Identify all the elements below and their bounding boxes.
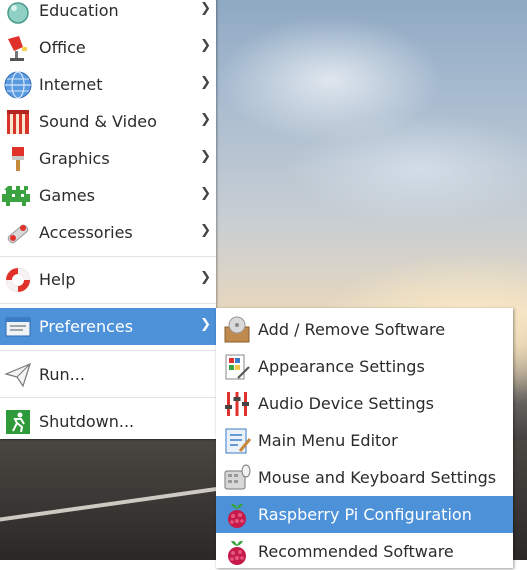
preferences-icon bbox=[1, 310, 35, 344]
audio-mixer-icon bbox=[219, 387, 255, 421]
appearance-icon bbox=[219, 350, 255, 384]
menu-item-label: Education bbox=[39, 1, 119, 20]
submenu-item-main-menu-editor[interactable]: Main Menu Editor bbox=[216, 422, 513, 459]
menu-item-run[interactable]: Run... bbox=[0, 356, 216, 393]
submenu-item-add-remove-software[interactable]: Add / Remove Software bbox=[216, 311, 513, 348]
games-icon bbox=[1, 179, 35, 213]
menu-item-office[interactable]: Office ❯ bbox=[0, 29, 216, 66]
menu-item-label: Sound & Video bbox=[39, 112, 157, 131]
submenu-item-raspberry-pi-configuration[interactable]: Raspberry Pi Configuration bbox=[216, 496, 513, 533]
chevron-right-icon: ❯ bbox=[200, 223, 211, 238]
menu-item-games[interactable]: Games ❯ bbox=[0, 177, 216, 214]
chevron-right-icon: ❯ bbox=[200, 75, 211, 90]
submenu-item-label: Recommended Software bbox=[258, 542, 454, 561]
chevron-right-icon: ❯ bbox=[200, 112, 211, 127]
menu-separator bbox=[0, 256, 216, 257]
submenu-item-recommended-software[interactable]: Recommended Software bbox=[216, 533, 513, 570]
main-menu: Education ❯ Office ❯ Internet ❯ Sound & … bbox=[0, 0, 216, 439]
exit-icon bbox=[1, 405, 35, 439]
chevron-right-icon: ❯ bbox=[200, 38, 211, 53]
menu-item-label: Preferences bbox=[39, 317, 134, 336]
menu-separator bbox=[0, 397, 216, 398]
office-icon bbox=[1, 31, 35, 65]
menu-item-label: Shutdown... bbox=[39, 412, 135, 431]
menu-item-graphics[interactable]: Graphics ❯ bbox=[0, 140, 216, 177]
package-icon bbox=[219, 313, 255, 347]
sound-video-icon bbox=[1, 105, 35, 139]
menu-item-label: Internet bbox=[39, 75, 103, 94]
menu-editor-icon bbox=[219, 424, 255, 458]
menu-item-label: Help bbox=[39, 270, 76, 289]
submenu-item-label: Mouse and Keyboard Settings bbox=[258, 468, 497, 487]
submenu-item-appearance-settings[interactable]: Appearance Settings bbox=[216, 348, 513, 385]
menu-item-label: Games bbox=[39, 186, 95, 205]
menu-item-internet[interactable]: Internet ❯ bbox=[0, 66, 216, 103]
menu-item-sound-video[interactable]: Sound & Video ❯ bbox=[0, 103, 216, 140]
chevron-right-icon: ❯ bbox=[200, 149, 211, 164]
paper-plane-icon bbox=[1, 358, 35, 392]
menu-item-accessories[interactable]: Accessories ❯ bbox=[0, 214, 216, 251]
accessories-icon bbox=[1, 216, 35, 250]
submenu-item-audio-device-settings[interactable]: Audio Device Settings bbox=[216, 385, 513, 422]
submenu-item-label: Appearance Settings bbox=[258, 357, 425, 376]
submenu-item-label: Main Menu Editor bbox=[258, 431, 398, 450]
menu-item-label: Accessories bbox=[39, 223, 133, 242]
paintbrush-icon bbox=[1, 142, 35, 176]
submenu-item-label: Audio Device Settings bbox=[258, 394, 434, 413]
education-icon bbox=[1, 0, 35, 28]
keyboard-mouse-icon bbox=[219, 461, 255, 495]
menu-item-label: Graphics bbox=[39, 149, 110, 168]
menu-item-label: Run... bbox=[39, 365, 85, 384]
menu-separator bbox=[0, 350, 216, 351]
lifebuoy-icon bbox=[1, 263, 35, 297]
menu-item-preferences[interactable]: Preferences ❯ bbox=[0, 308, 216, 345]
raspberry-icon bbox=[219, 498, 255, 532]
submenu-item-mouse-keyboard-settings[interactable]: Mouse and Keyboard Settings bbox=[216, 459, 513, 496]
chevron-right-icon: ❯ bbox=[200, 186, 211, 201]
menu-item-shutdown[interactable]: Shutdown... bbox=[0, 403, 216, 440]
menu-item-education[interactable]: Education ❯ bbox=[0, 0, 216, 29]
submenu-item-label: Add / Remove Software bbox=[258, 320, 446, 339]
raspberry-icon bbox=[219, 535, 255, 569]
menu-item-help[interactable]: Help ❯ bbox=[0, 261, 216, 298]
chevron-right-icon: ❯ bbox=[200, 1, 211, 16]
chevron-right-icon: ❯ bbox=[200, 270, 211, 285]
globe-icon bbox=[1, 68, 35, 102]
menu-separator bbox=[0, 303, 216, 304]
chevron-right-icon: ❯ bbox=[200, 317, 211, 332]
menu-item-label: Office bbox=[39, 38, 86, 57]
preferences-submenu: Add / Remove Software Appearance Setting… bbox=[216, 308, 513, 568]
submenu-item-label: Raspberry Pi Configuration bbox=[258, 505, 472, 524]
